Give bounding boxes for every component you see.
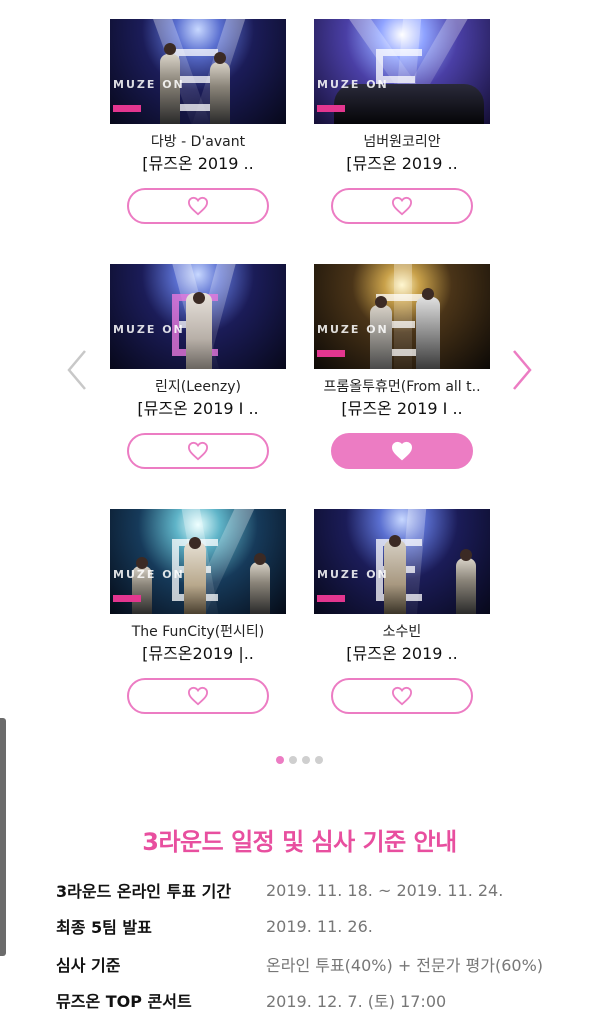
video-thumbnail[interactable]: MUZE ON (314, 19, 490, 124)
like-button[interactable] (127, 188, 269, 224)
heart-icon (391, 441, 413, 461)
like-button[interactable] (331, 188, 473, 224)
video-thumbnail[interactable]: MUZE ON (314, 509, 490, 614)
video-title[interactable]: [뮤즈온 2019 .. (314, 152, 490, 176)
channel-tag (317, 350, 345, 357)
schedule-row: 심사 기준 온라인 투표(40%) + 전문가 평가(60%) (56, 949, 576, 979)
schedule-row: 뮤즈온 TOP 콘서트 2019. 12. 7. (토) 17:00 (56, 985, 576, 1015)
like-button[interactable] (127, 433, 269, 469)
artist-name: 소수빈 (382, 624, 422, 640)
next-arrow-button[interactable] (511, 348, 533, 392)
pagination-dot[interactable] (276, 756, 284, 764)
schedule-label: 3라운드 온라인 투표 기간 (56, 882, 232, 901)
artist-name: 다방 - D'avant (150, 134, 246, 150)
like-button[interactable] (331, 433, 473, 469)
pagination-dot[interactable] (289, 756, 297, 764)
schedule-label: 뮤즈온 TOP 콘서트 (56, 992, 192, 1011)
heart-icon (391, 686, 413, 706)
video-card[interactable]: MUZE ON 넘버원코리안 [뮤즈온 2019 .. (314, 19, 490, 224)
video-card[interactable]: MUZE ON 소수빈 [뮤즈온 2019 .. (314, 509, 490, 714)
video-title[interactable]: [뮤즈온2019 |.. (110, 642, 286, 666)
muzeon-logo: MUZE ON (113, 323, 185, 336)
channel-tag (113, 105, 141, 112)
video-carousel: MUZE ON 다방 - D'avant [뮤즈온 2019 .. MUZE O… (0, 0, 599, 780)
video-thumbnail[interactable]: MUZE ON (110, 509, 286, 614)
channel-tag (113, 595, 141, 602)
heart-icon (187, 686, 209, 706)
video-thumbnail[interactable]: MUZE ON (314, 264, 490, 369)
video-card[interactable]: MUZE ON 다방 - D'avant [뮤즈온 2019 .. (110, 19, 286, 224)
schedule-section-title: 3라운드 일정 및 심사 기준 안내 (142, 828, 457, 856)
heart-icon (187, 441, 209, 461)
video-title[interactable]: [뮤즈온 2019 .. (314, 642, 490, 666)
chevron-left-icon (67, 350, 86, 390)
video-title[interactable]: [뮤즈온 2019 I .. (110, 397, 286, 421)
video-card[interactable]: MUZE ON The FunCity(펀시티) [뮤즈온2019 |.. (110, 509, 286, 714)
muzeon-logo: MUZE ON (317, 323, 389, 336)
artist-name: 넘버원코리안 (363, 134, 441, 150)
video-thumbnail[interactable]: MUZE ON (110, 19, 286, 124)
schedule-label: 심사 기준 (56, 956, 121, 975)
muzeon-logo: MUZE ON (113, 568, 185, 581)
schedule-value: 온라인 투표(40%) + 전문가 평가(60%) (266, 956, 544, 975)
carousel-pagination (0, 756, 599, 764)
prev-arrow-button[interactable] (66, 348, 88, 392)
schedule-value: 2019. 11. 26. (266, 916, 373, 936)
artist-name: The FunCity(펀시티) (131, 624, 265, 640)
muzeon-logo: MUZE ON (317, 568, 389, 581)
channel-tag (317, 105, 345, 112)
video-card[interactable]: MUZE ON 프롬올투휴먼(From all t.. [뮤즈온 2019 I … (314, 264, 490, 469)
channel-tag (317, 595, 345, 602)
schedule-value: 2019. 11. 18. ~ 2019. 11. 24. (266, 880, 504, 900)
heart-icon (391, 196, 413, 216)
artist-name: 린지(Leenzy) (155, 379, 241, 395)
video-title[interactable]: [뮤즈온 2019 I .. (314, 397, 490, 421)
artist-name: 프롬올투휴먼(From all t.. (323, 379, 481, 395)
muzeon-logo: MUZE ON (113, 78, 185, 91)
schedule-row: 최종 5팀 발표 2019. 11. 26. (56, 911, 576, 941)
schedule-value: 2019. 12. 7. (토) 17:00 (266, 992, 447, 1011)
heart-icon (187, 196, 209, 216)
like-button[interactable] (127, 678, 269, 714)
video-card[interactable]: MUZE ON 린지(Leenzy) [뮤즈온 2019 I .. (110, 264, 286, 469)
video-thumbnail[interactable]: MUZE ON (110, 264, 286, 369)
schedule-label: 최종 5팀 발표 (56, 918, 152, 937)
chevron-right-icon (513, 350, 532, 390)
pagination-dot[interactable] (315, 756, 323, 764)
video-title[interactable]: [뮤즈온 2019 .. (110, 152, 286, 176)
pagination-dot[interactable] (302, 756, 310, 764)
schedule-row: 3라운드 온라인 투표 기간 2019. 11. 18. ~ 2019. 11.… (56, 875, 576, 905)
muzeon-logo: MUZE ON (317, 78, 389, 91)
like-button[interactable] (331, 678, 473, 714)
